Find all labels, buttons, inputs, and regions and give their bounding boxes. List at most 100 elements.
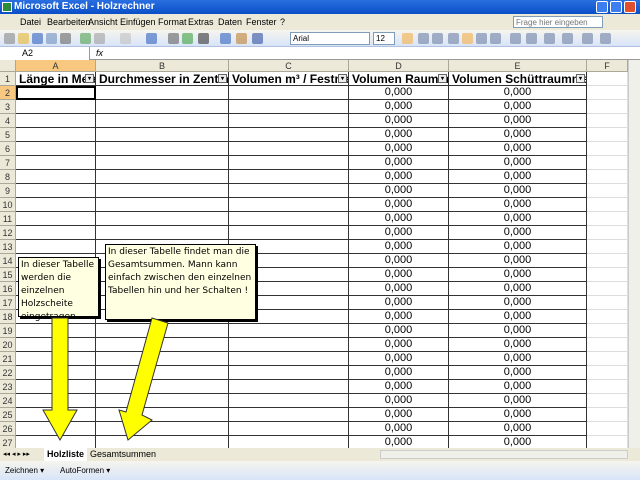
help-search-input[interactable] bbox=[513, 16, 603, 28]
cell[interactable]: 0,000 bbox=[449, 86, 587, 100]
format-button-9[interactable] bbox=[544, 33, 555, 44]
cell[interactable] bbox=[587, 338, 628, 352]
cell[interactable]: 0,000 bbox=[349, 310, 449, 324]
toolbar-button-0[interactable] bbox=[4, 33, 15, 44]
cell[interactable]: 0,000 bbox=[449, 128, 587, 142]
cell[interactable] bbox=[229, 324, 349, 338]
cell[interactable] bbox=[96, 352, 229, 366]
cell[interactable] bbox=[587, 240, 628, 254]
header-cell[interactable]: Durchmesser in Zentimeter▾ bbox=[96, 72, 229, 86]
cell[interactable] bbox=[16, 114, 96, 128]
toolbar-button-8[interactable] bbox=[146, 33, 157, 44]
toolbar-button-9[interactable] bbox=[168, 33, 179, 44]
cell[interactable] bbox=[96, 114, 229, 128]
name-box[interactable]: A2 bbox=[0, 47, 90, 60]
format-button-6[interactable] bbox=[490, 33, 501, 44]
cell[interactable]: 0,000 bbox=[349, 240, 449, 254]
row-header[interactable]: 9 bbox=[0, 184, 16, 198]
cell[interactable]: 0,000 bbox=[349, 170, 449, 184]
row-header[interactable]: 17 bbox=[0, 296, 16, 310]
cell[interactable] bbox=[229, 380, 349, 394]
cell[interactable] bbox=[16, 100, 96, 114]
column-header-C[interactable]: C bbox=[229, 60, 349, 72]
row-header[interactable]: 16 bbox=[0, 282, 16, 296]
cell[interactable] bbox=[96, 394, 229, 408]
cell[interactable]: 0,000 bbox=[449, 184, 587, 198]
cell[interactable]: 0,000 bbox=[349, 114, 449, 128]
cell[interactable] bbox=[229, 156, 349, 170]
cell[interactable] bbox=[96, 324, 229, 338]
format-button-11[interactable] bbox=[582, 33, 593, 44]
format-button-4[interactable] bbox=[462, 33, 473, 44]
cell[interactable] bbox=[229, 366, 349, 380]
cell[interactable]: 0,000 bbox=[449, 212, 587, 226]
cell[interactable] bbox=[587, 366, 628, 380]
column-header-F[interactable]: F bbox=[587, 60, 628, 72]
cell[interactable]: 0,000 bbox=[449, 254, 587, 268]
cell[interactable] bbox=[16, 366, 96, 380]
cell[interactable]: 0,000 bbox=[449, 198, 587, 212]
cell[interactable]: 0,000 bbox=[349, 226, 449, 240]
format-button-8[interactable] bbox=[526, 33, 537, 44]
menu-0[interactable]: Datei bbox=[20, 14, 41, 30]
cell[interactable] bbox=[587, 380, 628, 394]
row-header[interactable]: 18 bbox=[0, 310, 16, 324]
font-size-select[interactable]: 12 bbox=[373, 32, 395, 45]
toolbar-button-6[interactable] bbox=[94, 33, 105, 44]
menu-5[interactable]: Extras bbox=[188, 14, 214, 30]
menu-8[interactable]: ? bbox=[280, 14, 285, 30]
cell[interactable] bbox=[587, 268, 628, 282]
header-cell[interactable]: Volumen m³ / Festmeter▾ bbox=[229, 72, 349, 86]
cell[interactable]: 0,000 bbox=[449, 282, 587, 296]
cell[interactable] bbox=[587, 184, 628, 198]
cell[interactable] bbox=[16, 240, 96, 254]
cell[interactable] bbox=[96, 408, 229, 422]
cell[interactable] bbox=[96, 380, 229, 394]
menu-6[interactable]: Daten bbox=[218, 14, 242, 30]
toolbar-button-13[interactable] bbox=[236, 33, 247, 44]
cell[interactable]: 0,000 bbox=[349, 100, 449, 114]
cell[interactable] bbox=[16, 128, 96, 142]
cell[interactable] bbox=[96, 184, 229, 198]
cell[interactable] bbox=[16, 184, 96, 198]
cell[interactable] bbox=[96, 366, 229, 380]
cell[interactable]: 0,000 bbox=[349, 338, 449, 352]
cell[interactable] bbox=[229, 352, 349, 366]
header-cell[interactable]: Volumen Raummeter▾ bbox=[349, 72, 449, 86]
cell[interactable] bbox=[587, 142, 628, 156]
cell[interactable]: 0,000 bbox=[449, 296, 587, 310]
cell[interactable] bbox=[587, 394, 628, 408]
cell[interactable] bbox=[229, 198, 349, 212]
cell[interactable] bbox=[587, 156, 628, 170]
restore-button[interactable] bbox=[610, 1, 622, 13]
toolbar-button-10[interactable] bbox=[182, 33, 193, 44]
vertical-scrollbar[interactable] bbox=[628, 60, 640, 448]
cell[interactable]: 0,000 bbox=[449, 366, 587, 380]
cell[interactable] bbox=[587, 212, 628, 226]
cell[interactable] bbox=[96, 422, 229, 436]
close-button[interactable] bbox=[624, 1, 636, 13]
header-cell[interactable]: Länge in Meter ▾ bbox=[16, 72, 96, 86]
autoshapes-button[interactable]: AutoFormen ▾ bbox=[60, 461, 110, 480]
toolbar-button-5[interactable] bbox=[80, 33, 91, 44]
cell[interactable]: 0,000 bbox=[349, 128, 449, 142]
format-button-1[interactable] bbox=[418, 33, 429, 44]
cell[interactable] bbox=[96, 128, 229, 142]
format-button-10[interactable] bbox=[562, 33, 573, 44]
menu-2[interactable]: Ansicht bbox=[88, 14, 118, 30]
cell[interactable] bbox=[16, 86, 96, 100]
tab-nav-icons[interactable]: ◂◂ ◂ ▸ ▸▸ bbox=[3, 448, 30, 461]
row-header[interactable]: 3 bbox=[0, 100, 16, 114]
row-header[interactable]: 4 bbox=[0, 114, 16, 128]
filter-dropdown-icon[interactable]: ▾ bbox=[438, 74, 447, 83]
cell[interactable] bbox=[96, 86, 229, 100]
cell[interactable] bbox=[229, 408, 349, 422]
cell[interactable] bbox=[229, 100, 349, 114]
draw-menu-button[interactable]: Zeichnen ▾ bbox=[5, 461, 44, 480]
toolbar-button-3[interactable] bbox=[46, 33, 57, 44]
cell[interactable] bbox=[587, 282, 628, 296]
cell[interactable] bbox=[587, 310, 628, 324]
cell[interactable]: 0,000 bbox=[349, 366, 449, 380]
row-header[interactable]: 10 bbox=[0, 198, 16, 212]
cell[interactable]: 0,000 bbox=[449, 422, 587, 436]
